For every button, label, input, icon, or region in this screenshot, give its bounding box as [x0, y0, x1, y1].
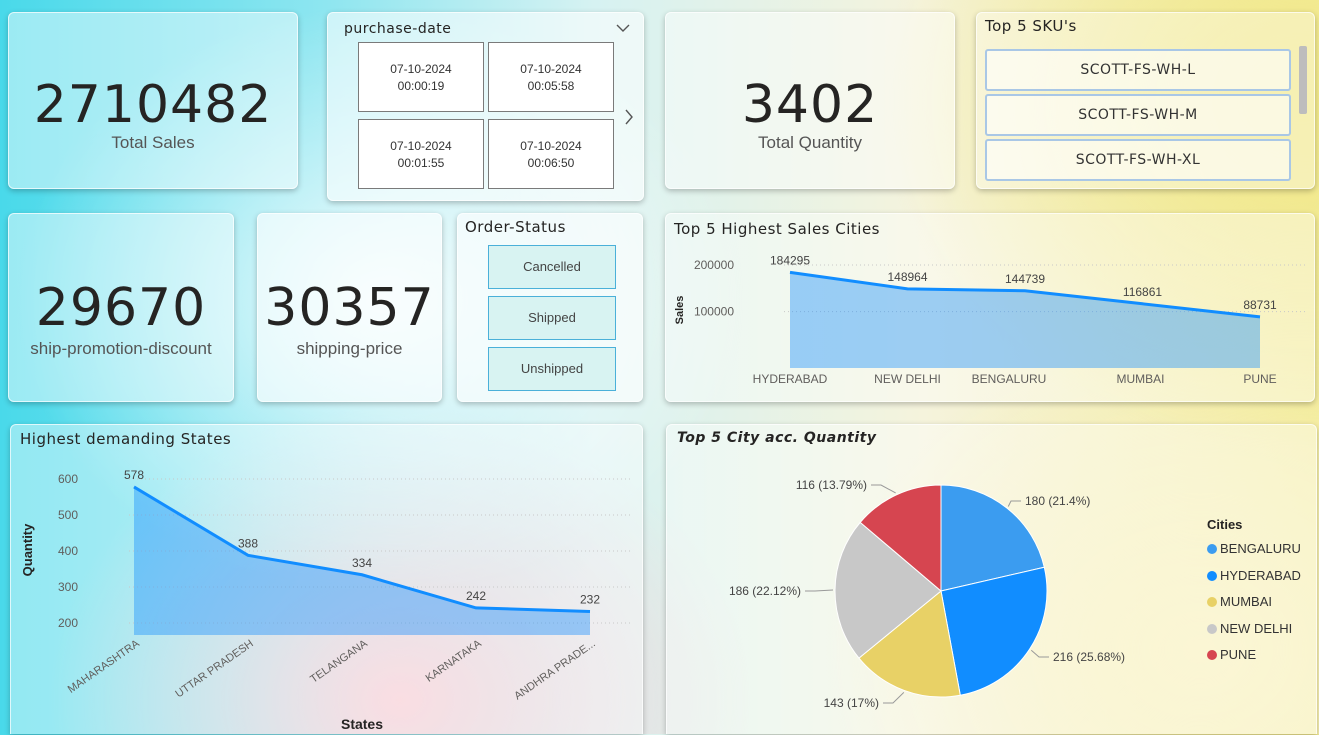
x-tick-label: UTTAR PRADESH [173, 638, 255, 701]
order-status-slicer: Order-Status Cancelled Shipped Unshipped [457, 213, 643, 402]
x-tick-label: PUNE [1243, 372, 1276, 386]
purchase-date-title: purchase-date [344, 21, 452, 37]
y-tick-label: 200 [58, 616, 78, 630]
total-sales-value: 2710482 [33, 75, 273, 135]
sales-cities-chart-card: Top 5 Highest Sales Cities 200000 100000 1… [665, 213, 1315, 402]
legend-marker [1207, 597, 1217, 607]
y-tick-label: 100000 [694, 305, 734, 319]
leader-line [805, 589, 834, 592]
y-tick-label: 400 [58, 544, 78, 558]
date-cell-time: 00:01:55 [397, 156, 445, 170]
data-label: 232 [580, 592, 600, 606]
data-label: 116861 [1123, 285, 1162, 299]
top-skus-title: Top 5 SKU's [985, 17, 1077, 35]
date-cell-time: 00:00:19 [397, 79, 445, 93]
data-label: 148964 [887, 270, 927, 284]
pie-legend: Cities BENGALURU HYDERABAD MUMBAI NEW DELHI… [1207, 517, 1317, 677]
date-cell-time: 00:06:50 [527, 156, 575, 170]
y-tick-label: 600 [58, 472, 78, 486]
data-label: 180 (21.4%) [1025, 494, 1090, 508]
x-tick-label: HYDERABAD [753, 372, 828, 386]
sku-item[interactable]: SCOTT-FS-WH-M [985, 94, 1291, 136]
top-skus-slicer: Top 5 SKU's SCOTT-FS-WH-L SCOTT-FS-WH-M … [976, 12, 1315, 189]
shipping-price-value: 30357 [264, 278, 435, 338]
ship-promotion-discount-value: 29670 [35, 278, 207, 338]
area-fill [790, 272, 1260, 368]
order-status-unshipped[interactable]: Unshipped [488, 347, 616, 391]
data-label: 88731 [1243, 298, 1277, 312]
scrollbar[interactable] [1299, 46, 1307, 114]
total-quantity-card: 3402 Total Quantity [665, 12, 955, 189]
data-label: 578 [124, 468, 144, 482]
date-cell[interactable]: 07-10-2024 00:00:19 [358, 42, 484, 112]
date-cell-date: 07-10-2024 [520, 62, 582, 76]
legend-marker [1207, 623, 1217, 634]
total-sales-label: Total Sales [111, 133, 195, 152]
data-label: 242 [466, 589, 486, 603]
x-tick-label: MAHARASHTRA [66, 637, 143, 696]
city-quantity-pie: 180 (21.4%) 216 (25.68%) 143 (17%) 186 (22.… [729, 478, 1125, 710]
data-label: 388 [238, 536, 258, 550]
leader-line [1030, 649, 1049, 658]
date-cell-date: 07-10-2024 [520, 139, 582, 153]
date-cell-time: 00:05:58 [527, 79, 575, 93]
legend-title: Cities [1207, 517, 1243, 532]
y-tick-label: 300 [58, 580, 78, 594]
city-quantity-pie-card: Top 5 City acc. Quantity 180 (21.4%) 216 … [666, 424, 1317, 734]
x-tick-label: NEW DELHI [874, 372, 941, 386]
sku-item[interactable]: SCOTT-FS-WH-L [985, 49, 1291, 91]
y-tick-label: 200000 [694, 258, 734, 272]
legend-label: HYDERABAD [1220, 567, 1301, 583]
date-cell[interactable]: 07-10-2024 00:05:58 [488, 42, 614, 112]
leader-line [1007, 500, 1021, 507]
order-status-title: Order-Status [465, 218, 566, 236]
data-label: 334 [352, 556, 372, 570]
x-tick-label: KARNATAKA [424, 637, 485, 684]
order-status-cancelled[interactable]: Cancelled [488, 245, 616, 289]
data-label: 144739 [1005, 272, 1045, 286]
x-axis-title: States [341, 716, 383, 732]
x-tick-label: MUMBAI [1117, 372, 1165, 386]
data-label: 143 (17%) [824, 696, 879, 710]
y-tick-label: 500 [58, 508, 78, 522]
ship-promotion-discount-label: ship-promotion-discount [30, 339, 212, 358]
chevron-down-icon[interactable] [616, 23, 630, 33]
date-cell-date: 07-10-2024 [390, 139, 452, 153]
date-cell[interactable]: 07-10-2024 00:01:55 [358, 119, 484, 189]
legend-label: BENGALURU [1220, 541, 1301, 556]
order-status-shipped[interactable]: Shipped [488, 296, 616, 340]
y-axis-title: Sales [674, 296, 686, 325]
legend-label: MUMBAI [1220, 594, 1272, 609]
sku-item[interactable]: SCOTT-FS-WH-XL [985, 139, 1291, 181]
legend-label: PUNE [1220, 647, 1257, 662]
total-quantity-label: Total Quantity [758, 133, 862, 152]
shipping-price-card: 30357 shipping-price [257, 213, 442, 402]
total-quantity-value: 3402 [741, 75, 879, 135]
sales-cities-chart: 200000 100000 184295 HYDERABAD 148964 NEW DEL… [674, 253, 1306, 386]
total-sales-card: 2710482 Total Sales [8, 12, 298, 189]
legend-marker [1207, 650, 1217, 660]
purchase-date-slicer: purchase-date 07-10-2024 00:00:19 07-10-… [327, 12, 644, 201]
legend-marker [1207, 544, 1217, 554]
x-tick-label: BENGALURU [972, 372, 1047, 386]
date-cell-date: 07-10-2024 [390, 62, 452, 76]
leader-line [883, 692, 905, 704]
x-tick-label: ANDHRA PRADE... [512, 638, 597, 703]
ship-promotion-discount-card: 29670 ship-promotion-discount [8, 213, 234, 402]
data-label: 116 (13.79%) [796, 478, 867, 492]
x-tick-label: TELANGANA [308, 637, 370, 685]
date-cell[interactable]: 07-10-2024 00:06:50 [488, 119, 614, 189]
states-chart: 600 500 400 300 200 578 MAHARASHTRA 388 UTTAR PR… [20, 468, 633, 732]
legend-marker [1207, 570, 1217, 581]
chevron-right-icon[interactable] [624, 109, 634, 125]
shipping-price-label: shipping-price [296, 339, 403, 358]
data-label: 184295 [770, 253, 810, 267]
data-label: 186 (22.12%) [729, 584, 801, 598]
leader-line [871, 484, 896, 494]
legend-label: NEW DELHI [1220, 620, 1293, 636]
states-chart-card: Highest demanding States 600 500 400 300 200… [10, 424, 643, 734]
y-axis-title: Quantity [20, 523, 35, 576]
data-label: 216 (25.68%) [1053, 650, 1125, 664]
